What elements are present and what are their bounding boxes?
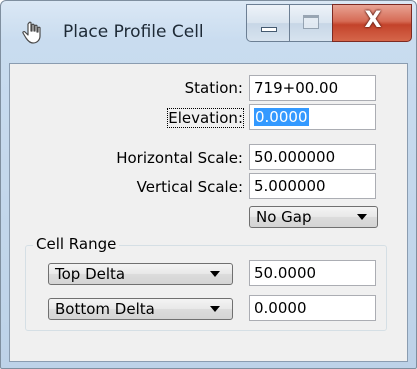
station-value: 719+00.00: [254, 79, 339, 97]
station-label: Station:: [184, 79, 243, 97]
top-delta-dropdown[interactable]: Top Delta: [48, 263, 233, 285]
chevron-down-icon: [210, 306, 220, 312]
hand-pointer-icon: [22, 21, 41, 44]
vertical-scale-value: 5.000000: [254, 177, 326, 195]
dialog-window: Place Profile Cell X Station: 719+00.00 …: [0, 0, 417, 369]
minimize-button[interactable]: [246, 4, 290, 42]
elevation-value: 0.0000: [254, 108, 309, 126]
maximize-button: [289, 4, 333, 42]
bottom-delta-dropdown[interactable]: Bottom Delta: [48, 298, 233, 320]
elevation-label: Elevation:: [167, 108, 244, 128]
window-title: Place Profile Cell: [63, 22, 204, 42]
title-bar[interactable]: Place Profile Cell X: [1, 1, 416, 63]
gap-dropdown[interactable]: No Gap: [249, 206, 378, 228]
chevron-down-icon: [357, 214, 367, 220]
elevation-input[interactable]: 0.0000: [249, 104, 376, 130]
vertical-scale-label: Vertical Scale:: [136, 178, 243, 196]
close-button[interactable]: X: [332, 4, 412, 42]
bottom-delta-value: 0.0000: [254, 299, 307, 317]
top-delta-value: 50.0000: [254, 264, 317, 282]
vertical-scale-input[interactable]: 5.000000: [249, 173, 376, 199]
horizontal-scale-value: 50.000000: [254, 148, 336, 166]
cell-range-title: Cell Range: [33, 235, 120, 253]
chevron-down-icon: [210, 271, 220, 277]
horizontal-scale-label: Horizontal Scale:: [116, 149, 243, 167]
minimize-icon: [261, 27, 277, 32]
close-icon: X: [364, 8, 382, 33]
top-delta-dropdown-value: Top Delta: [55, 265, 126, 283]
bottom-delta-input[interactable]: 0.0000: [249, 295, 376, 321]
dialog-body: Station: 719+00.00 Elevation: 0.0000 Hor…: [9, 63, 408, 362]
bottom-delta-dropdown-value: Bottom Delta: [55, 300, 155, 318]
gap-dropdown-value: No Gap: [256, 208, 312, 226]
top-delta-input[interactable]: 50.0000: [249, 260, 376, 286]
maximize-icon: [303, 15, 319, 29]
horizontal-scale-input[interactable]: 50.000000: [249, 144, 376, 170]
station-input[interactable]: 719+00.00: [249, 75, 376, 101]
